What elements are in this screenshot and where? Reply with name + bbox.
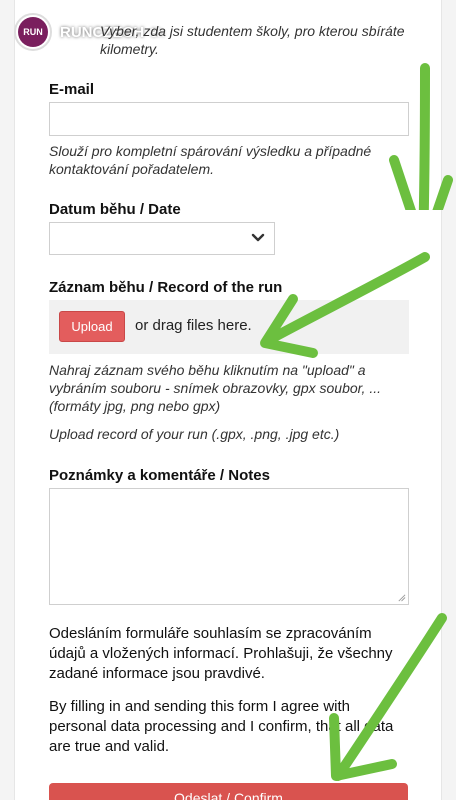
form-page: RUN RUNCZECH 3h Vyber, zda jsi studentem… (0, 0, 456, 800)
email-field[interactable] (49, 102, 409, 136)
record-note-en: Upload record of your run (.gpx, .png, .… (49, 426, 340, 442)
email-note: Slouží pro kompletní spárování výsledku … (49, 143, 372, 177)
avatar-logo: RUN (18, 17, 48, 47)
date-select[interactable] (49, 222, 275, 255)
record-note-cz: Nahraj záznam svého běhu kliknutím na "u… (49, 362, 382, 414)
consent-en: By filling in and sending this form I ag… (49, 698, 394, 755)
drag-files-text: or drag files here. (135, 317, 252, 334)
right-margin (441, 0, 456, 800)
left-margin (0, 0, 15, 800)
confirm-button[interactable]: Odeslat / Confirm (49, 783, 408, 800)
resize-handle-icon[interactable] (397, 593, 406, 602)
date-label: Datum běhu / Date (49, 201, 181, 218)
notes-textarea[interactable] (49, 488, 409, 605)
intro-note: Vyber, zda jsi studentem školy, pro kter… (100, 23, 405, 57)
consent-cz: Odesláním formuláře souhlasím se zpracov… (49, 625, 393, 682)
upload-button[interactable]: Upload (59, 311, 125, 342)
upload-dropzone[interactable]: Upload or drag files here. (49, 300, 409, 354)
avatar[interactable]: RUN (14, 13, 52, 51)
notes-label: Poznámky a komentáře / Notes (49, 467, 270, 484)
chevron-down-icon (251, 233, 265, 242)
record-label: Záznam běhu / Record of the run (49, 279, 283, 296)
email-label: E-mail (49, 81, 95, 98)
